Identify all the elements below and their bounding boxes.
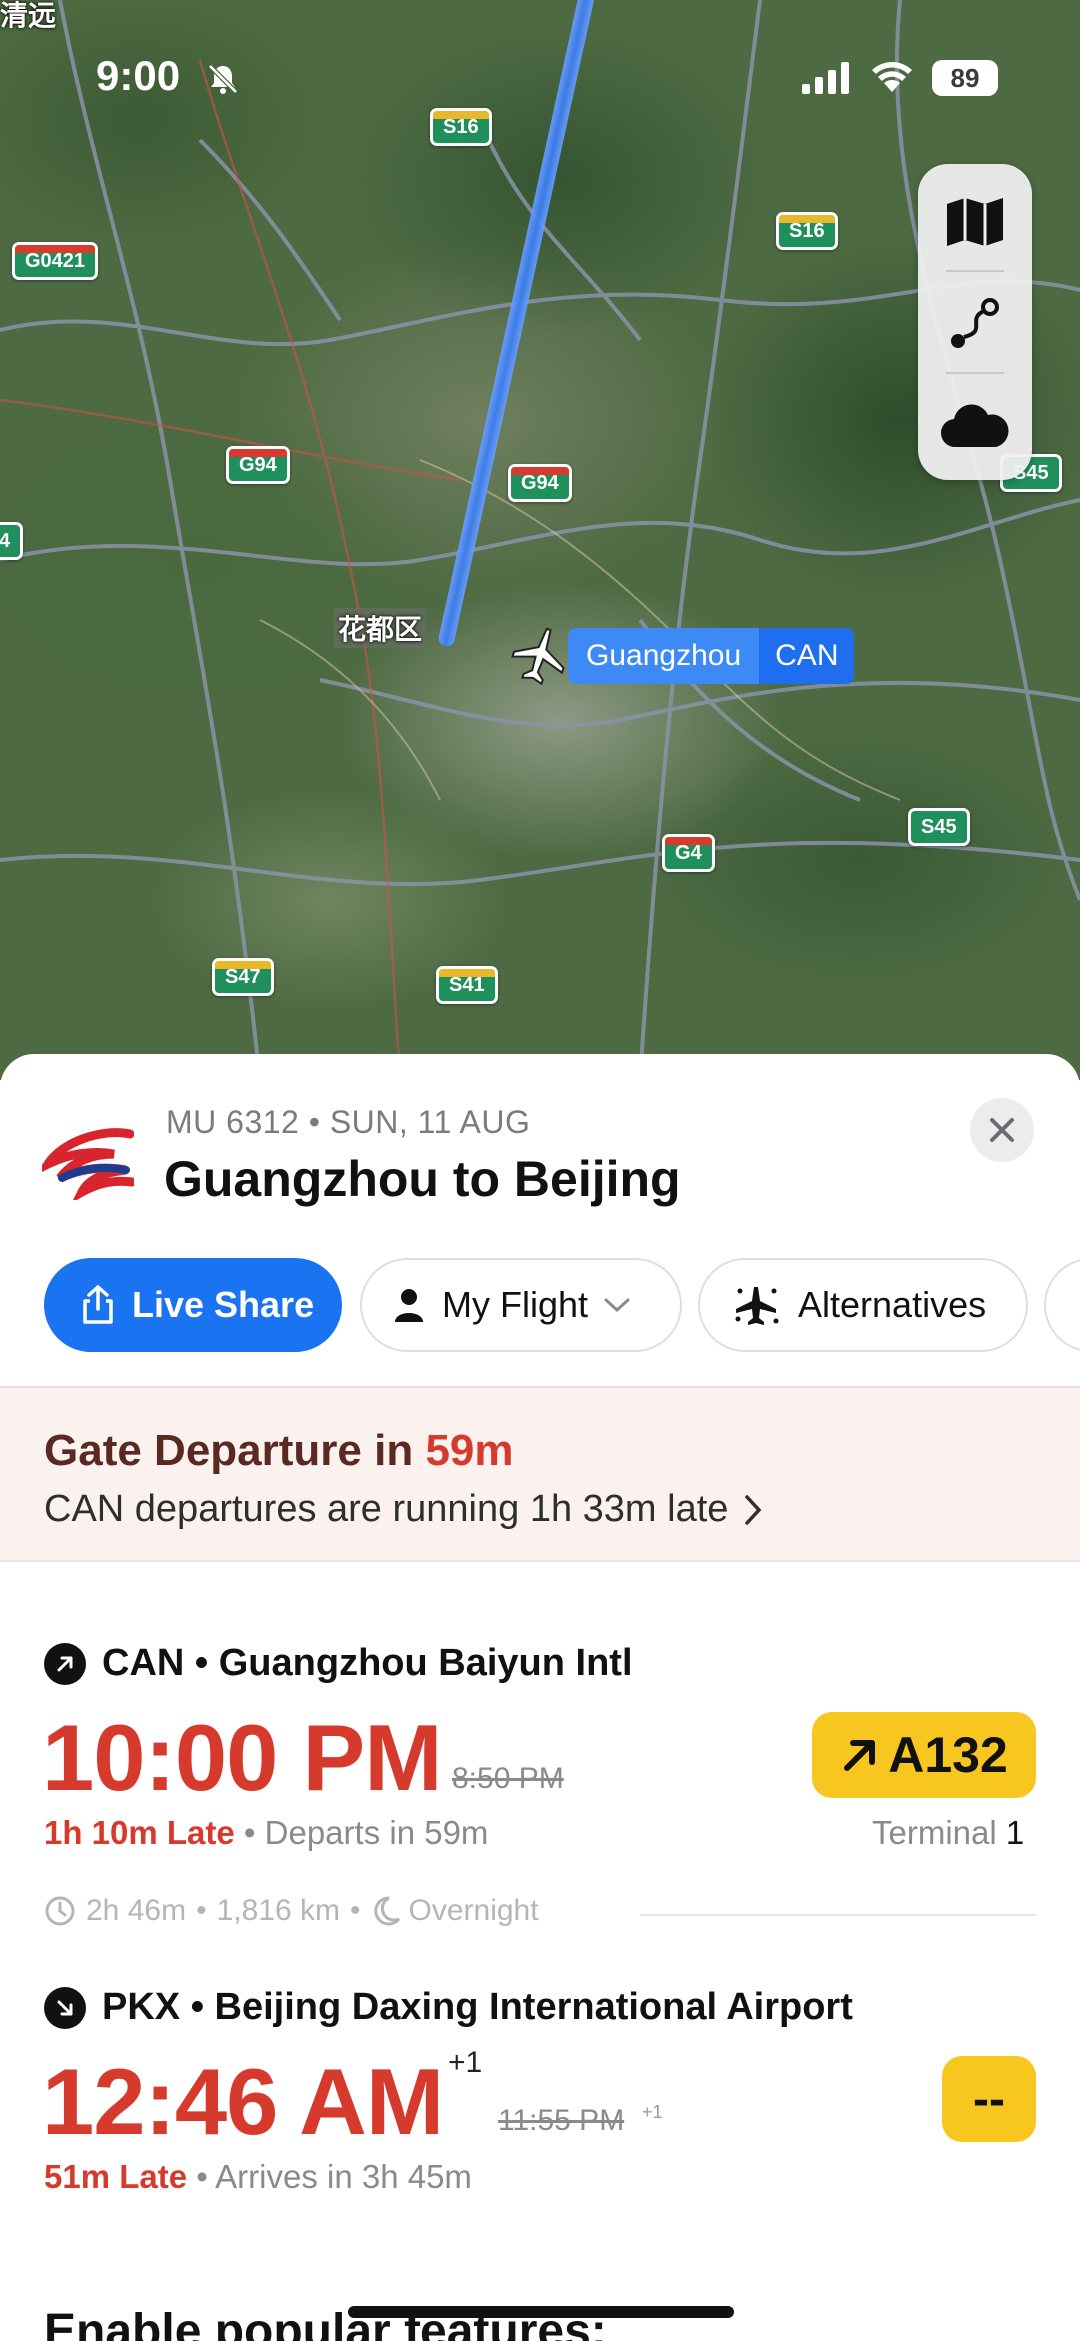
road-shield: S41 xyxy=(436,966,498,1004)
arrival-airport: PKX • Beijing Daxing International Airpo… xyxy=(102,1986,853,2028)
alert-subtitle: CAN departures are running 1h 33m late xyxy=(44,1488,729,1530)
airport-delay-notice[interactable]: CAN departures are running 1h 33m late xyxy=(44,1488,764,1531)
road-shield: S45 xyxy=(908,808,970,846)
stats-separator: • xyxy=(350,1894,361,1927)
arrival-arrow-icon xyxy=(44,1986,86,2029)
cloud-icon xyxy=(940,404,1009,448)
controls-divider xyxy=(946,372,1004,374)
arrival-scheduled-time: 11:55 PM xyxy=(498,2104,625,2137)
controls-divider xyxy=(946,270,1004,272)
flight-meta: MU 6312 • SUN, 11 AUG xyxy=(166,1104,531,1140)
departure-terminal: Terminal 1 xyxy=(872,1814,1024,1852)
map-controls xyxy=(918,164,1032,480)
arrival-time: 12:46 AM xyxy=(42,2049,444,2154)
flight-overnight: Overnight xyxy=(408,1894,539,1927)
departure-late: 1h 10m Late xyxy=(44,1814,235,1851)
road-shield: S47 xyxy=(212,958,274,996)
person-icon xyxy=(395,1289,423,1322)
route-button[interactable] xyxy=(918,274,1032,374)
flight-stats: 2h 46m • 1,816 km • Overnight xyxy=(44,1894,539,1928)
arrival-status: 51m Late • Arrives in 3h 45m xyxy=(44,2158,472,2196)
flight-duration: 2h 46m xyxy=(86,1894,187,1927)
stats-separator: • xyxy=(196,1894,207,1927)
more-chip[interactable] xyxy=(1044,1258,1080,1352)
departure-arrow-icon xyxy=(44,1642,86,1685)
live-share-label: Live Share xyxy=(132,1284,315,1325)
close-button[interactable] xyxy=(970,1098,1034,1162)
moon-icon xyxy=(373,1896,400,1926)
wifi-icon xyxy=(872,62,912,92)
arrival-scheduled-plus-day: +1 xyxy=(642,2102,663,2122)
action-chip-row: Live Share My Flight Alternatives xyxy=(44,1258,1080,1352)
airport-map-label[interactable]: Guangzhou CAN xyxy=(568,628,855,684)
flight-detail-sheet[interactable]: MU 6312 • SUN, 11 AUG Guangzhou to Beiji… xyxy=(0,1054,1080,2341)
alert-title-value: 59m xyxy=(425,1426,514,1475)
my-flight-label: My Flight xyxy=(442,1284,589,1325)
airplane-icon xyxy=(511,627,565,686)
alternatives-label: Alternatives xyxy=(798,1284,987,1325)
road-shield: G94 xyxy=(508,464,572,502)
flight-distance: 1,816 km xyxy=(216,1894,340,1927)
weather-button[interactable] xyxy=(918,376,1032,476)
cellular-signal-icon xyxy=(802,62,849,94)
departure-airport: CAN • Guangzhou Baiyun Intl xyxy=(102,1642,633,1684)
road-shield: G4 xyxy=(662,834,715,872)
gate-arrow-icon xyxy=(844,1740,876,1771)
departure-time: 10:00 PM xyxy=(42,1705,443,1810)
departure-gate-badge[interactable]: A132 xyxy=(812,1712,1036,1798)
road-shield: G0421 xyxy=(12,242,99,280)
place-label-huadu: 花都区 xyxy=(334,608,427,648)
road-shield: S16 xyxy=(776,212,838,250)
map-style-button[interactable] xyxy=(918,172,1032,272)
arrival-gate-badge[interactable]: -- xyxy=(942,2056,1036,2142)
flight-map[interactable]: Guangzhou CAN 清远 花都区 S16 S16 G0421 G94 G… xyxy=(0,0,1080,1080)
departure-gate: A132 xyxy=(888,1727,1008,1783)
arrival-header: PKX • Beijing Daxing International Airpo… xyxy=(44,1986,853,2029)
departure-status: 1h 10m Late • Departs in 59m xyxy=(44,1814,488,1852)
road-network xyxy=(0,0,1080,1080)
share-icon xyxy=(83,1285,113,1324)
route-icon xyxy=(951,298,999,348)
flight-title: Guangzhou to Beijing xyxy=(164,1151,681,1207)
battery-indicator: 89 xyxy=(932,60,998,96)
place-label-qingyuan: 清远 xyxy=(0,0,57,31)
terminal-label: Terminal xyxy=(872,1814,1006,1851)
bell-off-icon xyxy=(208,64,238,94)
arrival-plus-day: +1 xyxy=(448,2046,483,2079)
map-style-icon xyxy=(947,198,1003,246)
alternatives-button[interactable]: Alternatives xyxy=(698,1258,1028,1352)
departure-header: CAN • Guangzhou Baiyun Intl xyxy=(44,1642,633,1685)
alternatives-plane-icon xyxy=(735,1287,779,1325)
departure-detail: • Departs in 59m xyxy=(234,1814,489,1851)
airline-logo xyxy=(42,1128,134,1200)
live-share-button[interactable]: Live Share xyxy=(44,1258,342,1352)
status-time: 9:00 xyxy=(96,52,181,99)
home-indicator[interactable] xyxy=(348,2306,734,2318)
alert-title-prefix: Gate Departure in xyxy=(44,1426,426,1475)
chevron-down-icon xyxy=(604,1298,630,1313)
delay-alert-banner[interactable]: Gate Departure in 59m CAN departures are… xyxy=(0,1386,1080,1562)
road-shield: S16 xyxy=(430,108,492,146)
gate-departure-countdown: Gate Departure in 59m xyxy=(44,1426,514,1476)
road-shield: 4 xyxy=(0,522,24,560)
arrival-detail: • Arrives in 3h 45m xyxy=(187,2158,472,2195)
departure-scheduled-time: 8:50 PM xyxy=(452,1762,564,1795)
arrival-late: 51m Late xyxy=(44,2158,188,2195)
chevron-right-icon xyxy=(745,1494,762,1525)
close-icon xyxy=(990,1118,1014,1142)
my-flight-button[interactable]: My Flight xyxy=(360,1258,682,1352)
stats-divider xyxy=(640,1914,1036,1916)
clock-icon xyxy=(45,1896,75,1926)
terminal-value: 1 xyxy=(1005,1814,1025,1851)
airport-map-code: CAN xyxy=(759,628,855,684)
airport-map-name: Guangzhou xyxy=(568,628,760,684)
road-shield: G94 xyxy=(226,446,290,484)
arrival-gate: -- xyxy=(973,2072,1005,2126)
